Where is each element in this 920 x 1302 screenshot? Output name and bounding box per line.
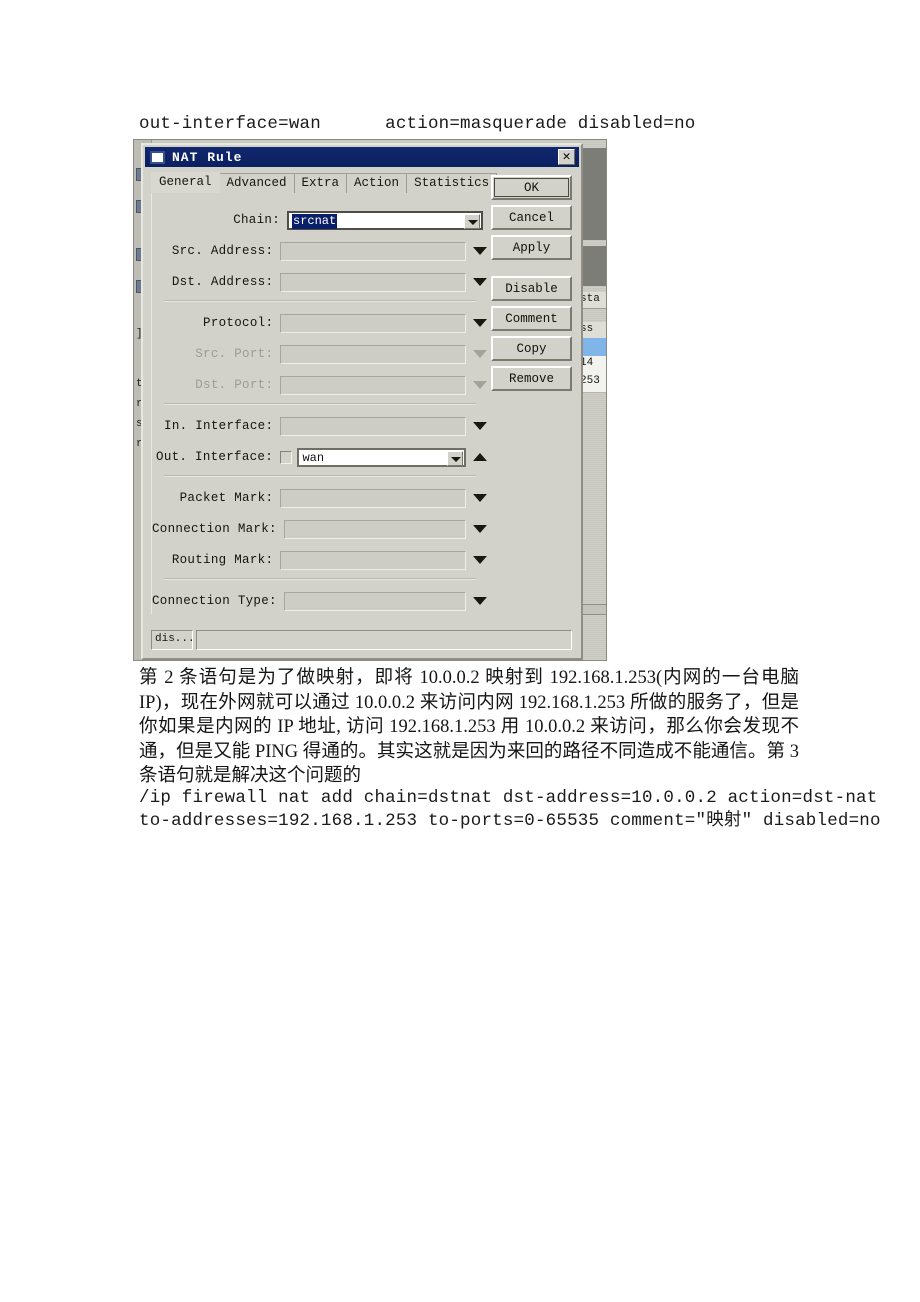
field-row-packet-mark: Packet Mark: xyxy=(152,485,487,511)
label-src-address: Src. Address: xyxy=(171,244,274,258)
form-divider-3 xyxy=(164,475,476,477)
label-chain: Chain: xyxy=(233,213,280,227)
field-row-dst-port: Dst. Port: xyxy=(152,372,487,398)
ok-button[interactable]: OK xyxy=(491,175,572,200)
chain-combobox[interactable]: srcnat xyxy=(287,210,483,230)
chevron-down-icon[interactable] xyxy=(473,422,487,430)
tab-general[interactable]: General xyxy=(151,172,220,193)
tab-advanced[interactable]: Advanced xyxy=(218,173,295,193)
chevron-down-icon[interactable] xyxy=(473,597,487,605)
label-routing-mark: Routing Mark: xyxy=(171,553,274,567)
tab-extra[interactable]: Extra xyxy=(293,173,348,193)
label-connection-mark: Connection Mark: xyxy=(152,522,277,536)
code-line-top: out-interface=wan action=masquerade disa… xyxy=(139,114,696,134)
body-paragraph: 第 2 条语句是为了做映射，即将 10.0.0.2 映射到 192.168.1.… xyxy=(139,666,799,789)
status-badge: dis... xyxy=(151,630,193,650)
chevron-down-icon[interactable] xyxy=(464,213,480,229)
chain-value: srcnat xyxy=(292,213,338,229)
chevron-up-icon[interactable] xyxy=(473,453,487,461)
tab-action[interactable]: Action xyxy=(346,173,408,193)
background-scroll-nub[interactable] xyxy=(580,604,606,615)
chevron-down-icon xyxy=(473,381,487,389)
connection-mark-field[interactable] xyxy=(283,519,466,539)
field-row-out-interface: Out. Interface: wan xyxy=(152,444,487,470)
field-row-connection-mark: Connection Mark: xyxy=(152,516,487,542)
chevron-down-icon[interactable] xyxy=(447,450,463,466)
label-dst-address: Dst. Address: xyxy=(171,275,274,289)
window-icon xyxy=(150,150,165,164)
chevron-down-icon[interactable] xyxy=(473,494,487,502)
field-row-in-interface: In. Interface: xyxy=(152,413,487,439)
code-line-2: to-addresses=192.168.1.253 to-ports=0-65… xyxy=(139,811,881,831)
disable-button[interactable]: Disable xyxy=(491,276,572,301)
dst-port-field xyxy=(280,375,466,395)
field-row-routing-mark: Routing Mark: xyxy=(152,547,487,573)
dialog-tabs: General Advanced Extra Action Statistics xyxy=(151,172,498,193)
protocol-field[interactable] xyxy=(280,313,466,333)
form-divider-1 xyxy=(164,300,476,302)
chevron-down-icon[interactable] xyxy=(473,556,487,564)
code-line-1: /ip firewall nat add chain=dstnat dst-ad… xyxy=(139,788,878,808)
field-row-chain: Chain: srcnat xyxy=(152,207,487,233)
routing-mark-field[interactable] xyxy=(280,550,466,570)
chevron-down-icon[interactable] xyxy=(473,247,487,255)
out-interface-negate-checkbox[interactable] xyxy=(280,450,293,464)
tab-statistics[interactable]: Statistics xyxy=(406,173,498,193)
in-interface-field[interactable] xyxy=(280,416,466,436)
apply-button[interactable]: Apply xyxy=(491,235,572,260)
dialog-title: NAT Rule xyxy=(172,149,243,165)
dst-address-field[interactable] xyxy=(280,272,466,292)
comment-button[interactable]: Comment xyxy=(491,306,572,331)
chevron-down-icon[interactable] xyxy=(473,278,487,286)
field-row-src-port: Src. Port: xyxy=(152,341,487,367)
field-row-connection-type: Connection Type: xyxy=(152,588,487,614)
label-protocol: Protocol: xyxy=(203,316,274,330)
chevron-down-icon xyxy=(473,350,487,358)
remove-button[interactable]: Remove xyxy=(491,366,572,391)
cancel-button[interactable]: Cancel xyxy=(491,205,572,230)
src-address-field[interactable] xyxy=(280,241,466,261)
out-interface-combobox[interactable]: wan xyxy=(297,447,466,467)
status-message xyxy=(196,630,572,650)
src-port-field xyxy=(280,344,466,364)
chevron-down-icon[interactable] xyxy=(473,525,487,533)
label-connection-type: Connection Type: xyxy=(152,594,277,608)
chevron-down-icon[interactable] xyxy=(473,319,487,327)
paragraph-text: 第 2 条语句是为了做映射，即将 10.0.0.2 映射到 192.168.1.… xyxy=(139,668,799,787)
connection-type-field[interactable] xyxy=(283,591,466,611)
dialog-status-bar: dis... xyxy=(151,630,572,650)
label-packet-mark: Packet Mark: xyxy=(179,491,274,505)
copy-button[interactable]: Copy xyxy=(491,336,572,361)
label-in-interface: In. Interface: xyxy=(164,419,274,433)
out-interface-value: wan xyxy=(302,450,325,465)
close-icon[interactable]: ✕ xyxy=(558,149,575,165)
code-block-bottom: /ip firewall nat add chain=dstnat dst-ad… xyxy=(139,787,881,833)
label-dst-port: Dst. Port: xyxy=(195,378,274,392)
general-tab-panel: Chain: srcnat Src. Address: Dst. Address… xyxy=(151,193,487,614)
dialog-button-column: OK Cancel Apply Disable Comment Copy Rem… xyxy=(491,175,572,396)
label-src-port: Src. Port: xyxy=(195,347,274,361)
dialog-titlebar[interactable]: NAT Rule ✕ xyxy=(145,147,579,167)
packet-mark-field[interactable] xyxy=(280,488,466,508)
field-row-src-address: Src. Address: xyxy=(152,238,487,264)
label-out-interface: Out. Interface: xyxy=(156,450,274,464)
form-divider-2 xyxy=(164,403,476,405)
field-row-dst-address: Dst. Address: xyxy=(152,269,487,295)
form-divider-4 xyxy=(164,578,476,580)
field-row-protocol: Protocol: xyxy=(152,310,487,336)
nat-rule-dialog: NAT Rule ✕ General Advanced Extra Action… xyxy=(141,143,583,660)
